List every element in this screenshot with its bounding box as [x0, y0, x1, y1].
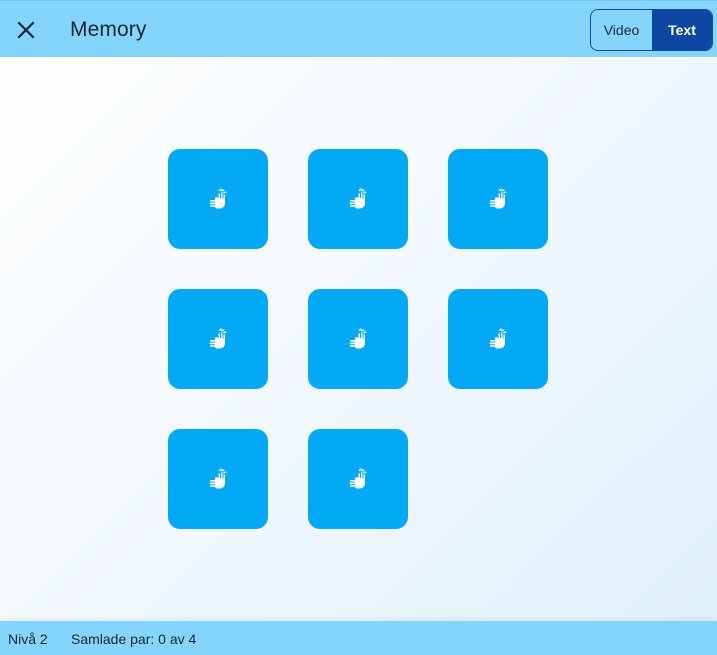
- status-bar: Nivå 2 Samlade par: 0 av 4: [0, 621, 717, 655]
- memory-card[interactable]: [168, 149, 268, 249]
- sign-language-hand-icon: [209, 328, 227, 349]
- sign-language-hand-icon: [209, 468, 227, 489]
- memory-card[interactable]: [448, 149, 548, 249]
- sign-language-hand-icon: [349, 188, 367, 209]
- sign-language-hand-icon: [349, 328, 367, 349]
- mode-text-button[interactable]: Text: [652, 10, 712, 50]
- page-title: Memory: [70, 18, 147, 41]
- sign-language-hand-icon: [349, 468, 367, 489]
- memory-app: Memory Video Text Nivå 2 Samlade par: 0 …: [0, 0, 717, 655]
- mode-toggle: Video Text: [590, 9, 713, 51]
- close-button[interactable]: [8, 12, 44, 48]
- close-icon: [17, 21, 35, 39]
- level-label: Nivå 2: [8, 631, 48, 647]
- memory-card[interactable]: [448, 289, 548, 389]
- sign-language-hand-icon: [489, 328, 507, 349]
- memory-card[interactable]: [308, 429, 408, 529]
- sign-language-hand-icon: [209, 188, 227, 209]
- memory-card[interactable]: [168, 289, 268, 389]
- memory-card[interactable]: [308, 289, 408, 389]
- sign-language-hand-icon: [489, 188, 507, 209]
- mode-video-button[interactable]: Video: [591, 10, 652, 50]
- top-app-bar: Memory Video Text: [0, 0, 717, 57]
- pairs-counter: Samlade par: 0 av 4: [71, 631, 197, 647]
- memory-card[interactable]: [308, 149, 408, 249]
- memory-card[interactable]: [168, 429, 268, 529]
